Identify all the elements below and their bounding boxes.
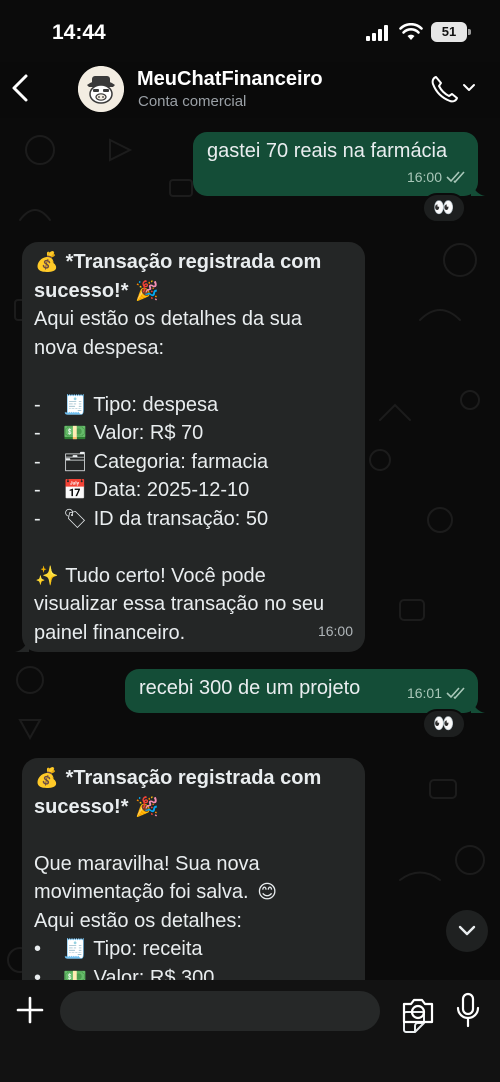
microphone-icon[interactable] (455, 992, 481, 1028)
chat-title[interactable]: MeuChatFinanceiro (137, 68, 323, 91)
chevron-down-icon (458, 925, 476, 936)
bubble-tail-icon (471, 182, 485, 196)
message-reaction[interactable]: 👀 (422, 709, 466, 739)
pig-detective-logo-icon (78, 66, 124, 112)
message-text: gastei 70 reais na farmácia (207, 140, 448, 162)
money-bag-emoji: 💰 (35, 251, 59, 273)
party-popper-emoji: 🎉 (135, 795, 159, 818)
outgoing-message[interactable]: recebi 300 de um projeto 16:01 (125, 669, 485, 713)
outgoing-message[interactable]: gastei 70 reais na farmácia 16:00 (193, 132, 485, 196)
money-bag-emoji: 💰 (35, 767, 59, 789)
status-bar: 14:44 51 (0, 0, 500, 62)
voice-call-icon[interactable] (428, 72, 478, 104)
message-input[interactable] (74, 991, 334, 1031)
incoming-message[interactable]: 💰 *Transação registrada com sucesso!* 🎉 … (22, 758, 365, 980)
bubble-tail-icon (15, 638, 29, 652)
contact-avatar[interactable] (78, 66, 124, 112)
message-time: 16:00 (406, 168, 442, 185)
detail-line: - 🏷 ID da transação: 50 (34, 505, 353, 534)
receipt-emoji: 🧾 (63, 393, 87, 416)
message-composer (0, 980, 500, 1082)
calendar-emoji: 📅 (63, 479, 87, 501)
message-input-container[interactable] (60, 991, 425, 1033)
card-index-dividers-emoji: 🗂 (62, 450, 88, 473)
chat-header: MeuChatFinanceiro Conta comercial (0, 62, 500, 118)
message-reaction[interactable]: 👀 (422, 193, 466, 223)
bubble-tail-icon (471, 699, 485, 713)
smiling-face-emoji: 😊 (257, 881, 278, 903)
message-list[interactable]: gastei 70 reais na farmácia 16:00 👀 💰 *T… (0, 118, 500, 980)
detail-line: - 📅 Data: 2025-12-10 (34, 476, 353, 505)
detail-line: • 💵 Valor: R$ 300 (34, 964, 353, 981)
receipt-emoji: 🧾 (63, 938, 87, 960)
status-time: 14:44 (52, 21, 106, 44)
message-time: 16:01 (406, 684, 442, 701)
sparkles-emoji: ✨ (35, 564, 59, 587)
incoming-message[interactable]: 💰 *Transação registrada com sucesso!* 🎉 … (15, 242, 365, 652)
double-check-read-icon (446, 171, 465, 183)
detail-line: - 💵 Valor: R$ 70 (34, 419, 353, 448)
message-body: 💰 *Transação registrada com sucesso!* 🎉 … (34, 764, 353, 980)
dollar-banknote-emoji: 💵 (63, 966, 87, 981)
label-tag-emoji: 🏷 (62, 507, 88, 530)
detail-line: - 🗂 Categoria: farmacia (34, 448, 353, 477)
double-check-read-icon (446, 687, 465, 699)
cellular-signal-icon (366, 25, 388, 41)
party-popper-emoji: 🎉 (135, 279, 159, 302)
wifi-icon (399, 23, 423, 40)
plus-attach-icon[interactable] (14, 994, 46, 1026)
detail-line: • 🧾 Tipo: receita (34, 935, 353, 964)
message-body: 💰 *Transação registrada com sucesso!* 🎉 … (34, 248, 353, 647)
camera-icon[interactable] (400, 995, 436, 1027)
message-time: 16:00 (317, 622, 353, 639)
dollar-banknote-emoji: 💵 (63, 422, 87, 444)
detail-line: - 🧾 Tipo: despesa (34, 391, 353, 420)
chat-subtitle: Conta comercial (138, 93, 247, 110)
battery-indicator: 51 (431, 22, 471, 42)
back-chevron-icon[interactable] (6, 70, 36, 106)
scroll-to-bottom-button[interactable] (446, 910, 488, 952)
